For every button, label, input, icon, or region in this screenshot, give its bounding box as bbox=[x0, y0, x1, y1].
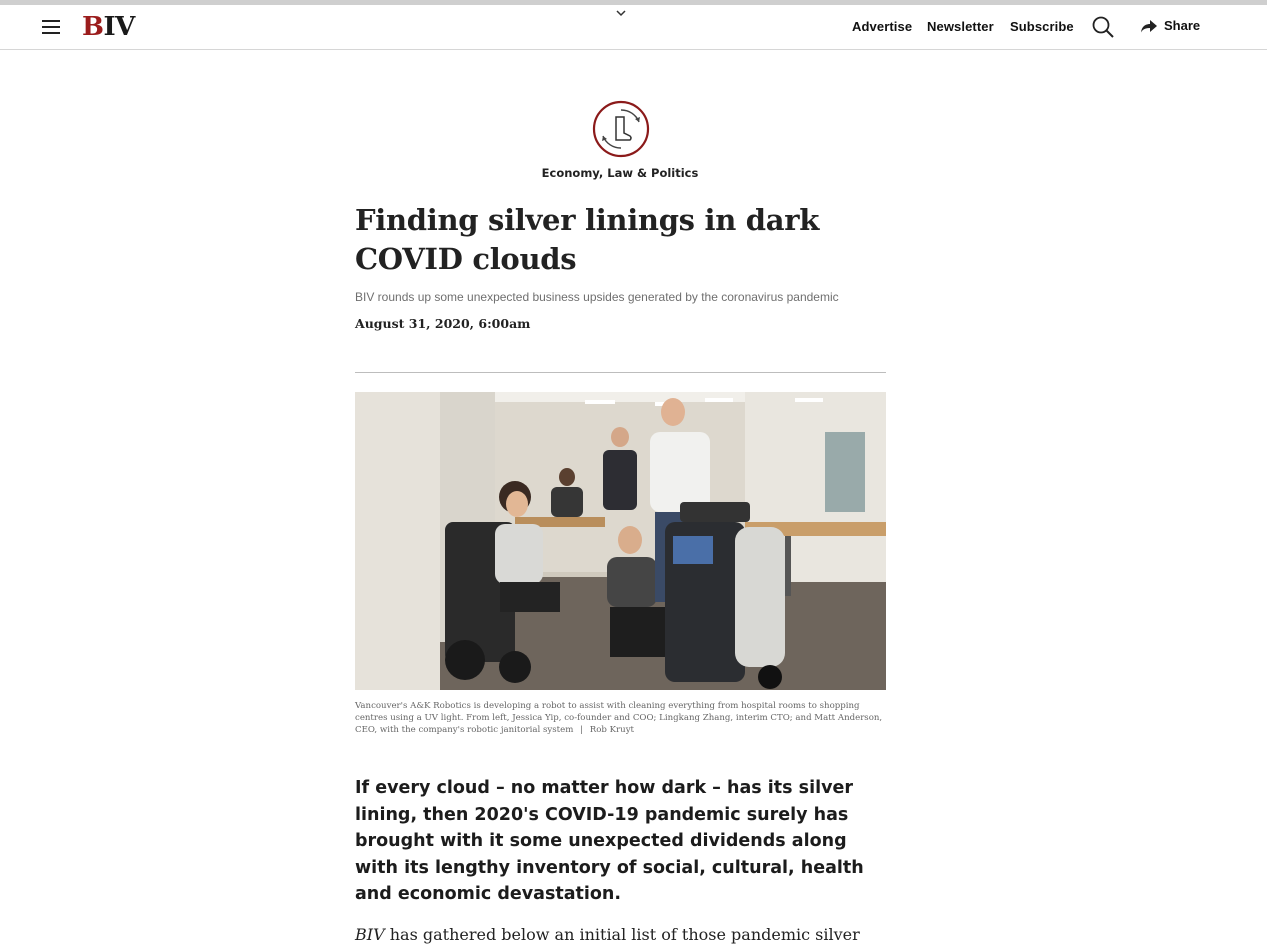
share-label: Share bbox=[1164, 18, 1201, 33]
share-button[interactable]: Share bbox=[1140, 18, 1200, 33]
article-body-paragraph: BIV has gathered below an initial list o… bbox=[355, 924, 895, 946]
boot-category-icon[interactable] bbox=[592, 100, 650, 158]
site-header: BIV Advertise Newsletter Subscribe Share bbox=[0, 5, 1267, 50]
nav-newsletter[interactable]: Newsletter bbox=[927, 19, 994, 34]
category-label[interactable]: Economy, Law & Politics bbox=[355, 166, 885, 180]
body-text: has gathered below an initial list of th… bbox=[384, 925, 860, 944]
article-lead: If every cloud – no matter how dark – ha… bbox=[355, 778, 864, 904]
chevron-down-icon[interactable] bbox=[614, 8, 628, 18]
publish-date: August 31, 2020, 6:00am bbox=[355, 316, 531, 331]
site-logo[interactable]: BIV bbox=[82, 11, 135, 43]
hamburger-menu-icon[interactable] bbox=[42, 20, 60, 34]
caption-separator: | bbox=[580, 725, 584, 735]
body-emphasis: BIV bbox=[355, 925, 385, 944]
nav-subscribe[interactable]: Subscribe bbox=[1010, 19, 1074, 34]
photo-caption: Vancouver's A&K Robotics is developing a… bbox=[355, 700, 889, 736]
article-headline: Finding silver linings in dark COVID clo… bbox=[355, 203, 820, 276]
nav-advertise[interactable]: Advertise bbox=[852, 19, 912, 34]
search-icon[interactable] bbox=[1091, 15, 1115, 39]
article-deck: BIV rounds up some unexpected business u… bbox=[355, 290, 839, 304]
divider bbox=[355, 372, 886, 373]
photo-credit: Rob Kruyt bbox=[589, 725, 634, 735]
share-arrow-icon bbox=[1141, 19, 1157, 32]
article-photo[interactable] bbox=[355, 392, 886, 690]
